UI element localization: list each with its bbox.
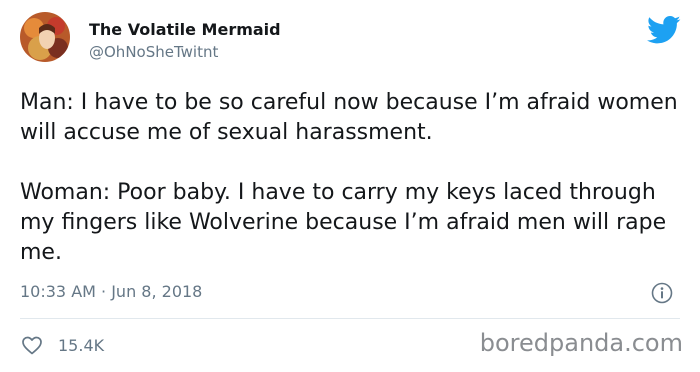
author-handle[interactable]: @OhNoSheTwitnt (89, 43, 218, 61)
tweet-paragraph: Man: I have to be so careful now because… (20, 90, 678, 145)
watermark: boredpanda.com (479, 329, 683, 357)
tweet-timestamp[interactable]: 10:33 AM · Jun 8, 2018 (20, 282, 202, 301)
avatar[interactable] (20, 12, 70, 62)
heart-icon[interactable] (20, 333, 44, 357)
like-button[interactable]: 15.4K (20, 333, 104, 357)
tweet-paragraph: Woman: Poor baby. I have to carry my key… (20, 180, 667, 265)
author-name[interactable]: The Volatile Mermaid (89, 20, 281, 39)
divider (20, 318, 680, 319)
info-icon[interactable] (650, 281, 674, 305)
twitter-bird-icon[interactable] (647, 15, 681, 45)
tweet-text: Man: I have to be so careful now because… (20, 88, 680, 268)
like-count: 15.4K (58, 335, 105, 355)
